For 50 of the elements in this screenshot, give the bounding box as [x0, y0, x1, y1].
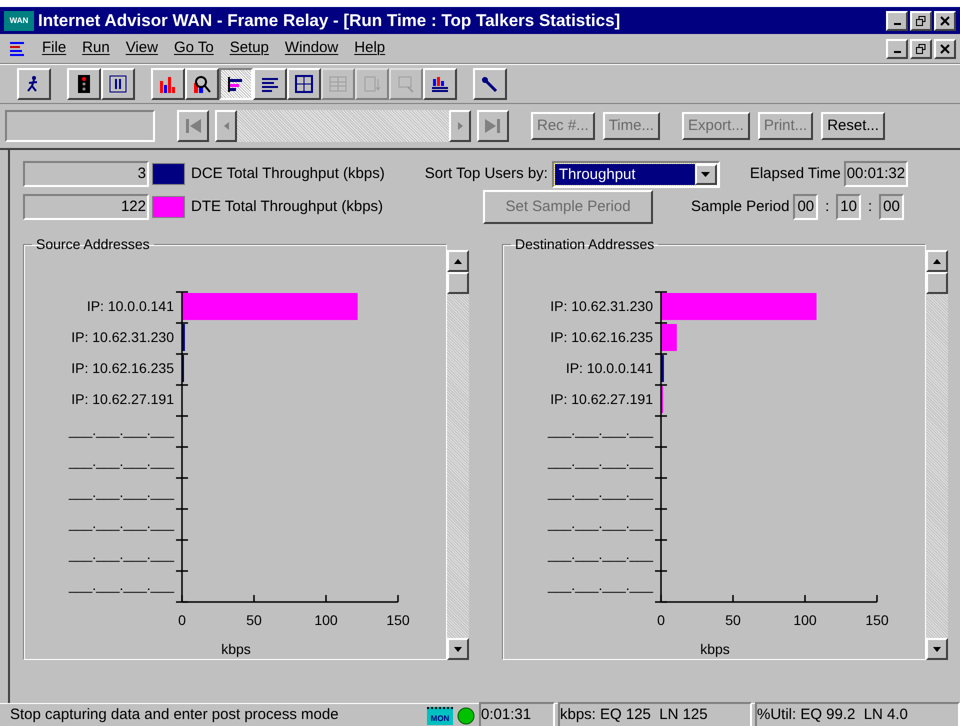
- address-label: IP: 10.0.0.141: [566, 360, 653, 376]
- address-label: IP: 10.62.27.191: [71, 391, 174, 407]
- tick-label: 0: [178, 612, 186, 628]
- group-title: Source Addresses: [35, 235, 151, 254]
- tick-label: 100: [314, 612, 338, 628]
- address-label: IP: 10.62.31.230: [71, 329, 174, 345]
- status-time: 0:01:31: [479, 702, 555, 726]
- axis-title: kbps: [221, 641, 251, 657]
- monitor-mode-icon: MON: [427, 706, 453, 724]
- address-label: ___.___.___.___: [548, 453, 653, 469]
- status-util: %Util: EQ 99.2 LN 4.0: [755, 702, 960, 726]
- address-label: ___.___.___.___: [68, 577, 174, 593]
- tick-label: 50: [725, 612, 741, 628]
- time-separator: :: [825, 196, 830, 217]
- address-label: IP: 10.62.31.230: [550, 298, 653, 314]
- tick-label: 50: [246, 612, 262, 628]
- address-label: ___.___.___.___: [68, 515, 174, 531]
- app-icon: WAN: [4, 10, 34, 30]
- address-label: ___.___.___.___: [548, 577, 653, 593]
- address-label: IP: 10.62.16.235: [71, 360, 174, 376]
- status-kbps: kbps: EQ 125 LN 125: [558, 702, 752, 726]
- tick-label: 150: [865, 612, 889, 628]
- tick-label: 100: [793, 612, 817, 628]
- address-label: ___.___.___.___: [548, 515, 653, 531]
- axis-title: kbps: [700, 641, 730, 657]
- address-label: ___.___.___.___: [68, 422, 174, 438]
- address-label: ___.___.___.___: [548, 484, 653, 500]
- sort-label: Sort Top Users by:: [424, 164, 548, 184]
- elapsed-time-field: 00:01:32: [844, 160, 908, 188]
- tick-label: 150: [386, 612, 410, 628]
- group-title: Destination Addresses: [514, 235, 656, 254]
- address-label: IP: 10.0.0.141: [86, 298, 174, 314]
- total-value-field: 3: [23, 160, 149, 188]
- sample-period-label: Sample Period: [691, 196, 790, 217]
- legend-label: DCE Total Throughput (kbps): [191, 164, 385, 184]
- address-label: ___.___.___.___: [548, 546, 653, 562]
- address-label: ___.___.___.___: [68, 453, 174, 469]
- legend-label: DTE Total Throughput (kbps): [191, 196, 384, 217]
- dropdown-value: Throughput: [554, 164, 695, 184]
- window-title: Internet Advisor WAN - Frame Relay - [Run Time : Top Talkers Statistics]: [38, 10, 622, 32]
- address-label: IP: 10.62.27.191: [550, 391, 653, 407]
- address-label: IP: 10.62.16.235: [550, 329, 653, 345]
- total-value-field: 122: [23, 194, 149, 220]
- address-label: ___.___.___.___: [548, 422, 653, 438]
- elapsed-label: Elapsed Time: [750, 164, 841, 184]
- address-label: ___.___.___.___: [68, 546, 174, 562]
- address-label: ___.___.___.___: [68, 484, 174, 500]
- status-message: Stop capturing data and enter post process mode: [10, 705, 340, 726]
- time-separator: :: [868, 196, 872, 217]
- tick-label: 0: [657, 612, 665, 628]
